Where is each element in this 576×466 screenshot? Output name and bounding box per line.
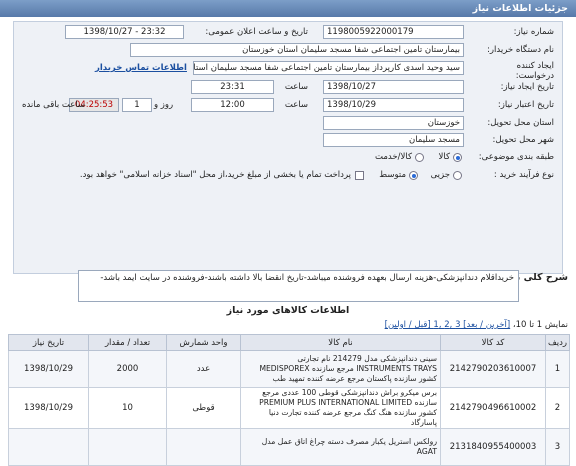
col-code: کد کالا bbox=[440, 334, 546, 351]
cell-date: 1398/10/29 bbox=[8, 387, 89, 429]
treasury-payment-checkbox[interactable] bbox=[355, 171, 364, 180]
cell-qty bbox=[88, 428, 167, 466]
deadline-date-field[interactable]: 1398/10/29 bbox=[323, 98, 464, 112]
creator-label: ایجاد کننده درخواست: bbox=[515, 61, 554, 81]
table-row[interactable]: 3 2131840955400003 رولکس استریل یکبار مص… bbox=[8, 428, 570, 466]
table-header-row: ردیف کد کالا نام کالا واحد شمارش تعداد /… bbox=[8, 334, 570, 351]
pager-prefix: نمایش 1 تا 10، bbox=[512, 320, 568, 330]
announce-label: تاریخ و ساعت اعلان عمومی: bbox=[205, 27, 308, 37]
day-label: روز و bbox=[154, 100, 174, 110]
buyer-org-label: نام دستگاه خریدار: bbox=[487, 45, 554, 55]
buyer-contact-link[interactable]: اطلاعات تماس خریدار bbox=[95, 63, 187, 73]
need-details-panel bbox=[13, 21, 563, 274]
need-number-field[interactable]: 1198005922000179 bbox=[323, 25, 464, 39]
purchase-partial-label: جزیی bbox=[430, 170, 450, 180]
cell-name: رولکس استریل یکبار مصرف دسته چراغ اتاق ع… bbox=[240, 428, 441, 466]
col-date: تاریخ نیاز bbox=[8, 334, 89, 351]
cell-name: سینی دندانپزشکی مدل 214279 نام تجارتی IN… bbox=[240, 350, 441, 388]
creator-field[interactable]: سید وحید اسدی کارپرداز بیمارستان تامین ا… bbox=[193, 61, 464, 75]
category-label: طبقه بندی موضوعی: bbox=[478, 152, 554, 162]
col-name: نام کالا bbox=[240, 334, 441, 351]
deadline-time-field[interactable]: 12:00 bbox=[191, 98, 274, 112]
city-label: شهر محل تحویل: bbox=[492, 135, 554, 145]
cell-date: 1398/10/29 bbox=[8, 350, 89, 388]
category-goods-radio[interactable] bbox=[453, 153, 462, 162]
deadline-time-label: ساعت bbox=[284, 100, 308, 110]
category-service-radio[interactable] bbox=[415, 153, 424, 162]
col-unit: واحد شمارش bbox=[166, 334, 241, 351]
cell-name: برس میکرو براش دندانپزشکی قوطی 100 عددی … bbox=[240, 387, 441, 429]
created-date-label: تاریخ ایجاد نیاز: bbox=[500, 82, 554, 92]
col-qty: تعداد / مقدار bbox=[88, 334, 167, 351]
cell-code: 2131840955400003 bbox=[440, 428, 546, 466]
purchase-type-label: نوع فرآیند خرید : bbox=[493, 170, 554, 180]
announce-field[interactable]: 1398/10/27 - 23:32 bbox=[65, 25, 184, 39]
cell-date bbox=[8, 428, 89, 466]
purchase-medium-radio[interactable] bbox=[409, 171, 418, 180]
category-goods-label: کالا bbox=[438, 152, 450, 162]
treasury-payment-note: پرداخت تمام یا بخشی از مبلغ خرید،از محل … bbox=[79, 170, 351, 180]
page-title: جزئیات اطلاعات نیاز bbox=[472, 3, 568, 14]
cell-unit: عدد bbox=[166, 350, 241, 388]
purchase-medium-label: متوسط bbox=[379, 170, 406, 180]
created-date-field[interactable]: 1398/10/27 bbox=[323, 80, 464, 94]
province-field[interactable]: خوزستان bbox=[323, 116, 464, 130]
cell-code: 2142790203610007 bbox=[440, 350, 546, 388]
cell-qty: 2000 bbox=[88, 350, 167, 388]
city-field[interactable]: مسجد سلیمان bbox=[323, 133, 464, 147]
pagination: نمایش 1 تا 10، [آخرین / بعد] 3 ,2 ,1 [قب… bbox=[385, 320, 568, 330]
deadline-label: تاریخ اعتبار نیاز: bbox=[497, 100, 554, 110]
cell-code: 2142790496610002 bbox=[440, 387, 546, 429]
need-number-label: شماره نیاز: bbox=[513, 27, 554, 37]
days-field[interactable]: 1 bbox=[122, 98, 152, 112]
page-header: جزئیات اطلاعات نیاز bbox=[0, 0, 576, 17]
buyer-org-field[interactable]: بیمارستان تامین اجتماعی شفا مسجد سلیمان … bbox=[130, 43, 464, 57]
category-service-label: کالا/خدمت bbox=[375, 152, 412, 162]
description-field[interactable]: خریداقلام دندانپزشکی-هزینه ارسال بعهده ف… bbox=[78, 270, 519, 302]
cell-row: 2 bbox=[545, 387, 570, 429]
goods-title: اطلاعات کالاهای مورد نیاز bbox=[226, 305, 350, 316]
cell-row: 3 bbox=[545, 428, 570, 466]
table-row[interactable]: 2 2142790496610002 برس میکرو براش دندانپ… bbox=[8, 387, 570, 429]
created-time-field[interactable]: 23:31 bbox=[191, 80, 274, 94]
purchase-partial-radio[interactable] bbox=[453, 171, 462, 180]
cell-row: 1 bbox=[545, 350, 570, 388]
cell-unit bbox=[166, 428, 241, 466]
remaining-label: ساعت باقی مانده bbox=[22, 100, 86, 110]
cell-qty: 10 bbox=[88, 387, 167, 429]
table-row[interactable]: 1 2142790203610007 سینی دندانپزشکی مدل 2… bbox=[8, 350, 570, 388]
goods-table: ردیف کد کالا نام کالا واحد شمارش تعداد /… bbox=[8, 334, 570, 466]
cell-unit: قوطی bbox=[166, 387, 241, 429]
created-time-label: ساعت bbox=[284, 82, 308, 92]
col-row: ردیف bbox=[545, 334, 570, 351]
pager-links[interactable]: [آخرین / بعد] 3 ,2 ,1 [قبل / اولین] bbox=[385, 320, 511, 330]
province-label: استان محل تحویل: bbox=[487, 118, 554, 128]
